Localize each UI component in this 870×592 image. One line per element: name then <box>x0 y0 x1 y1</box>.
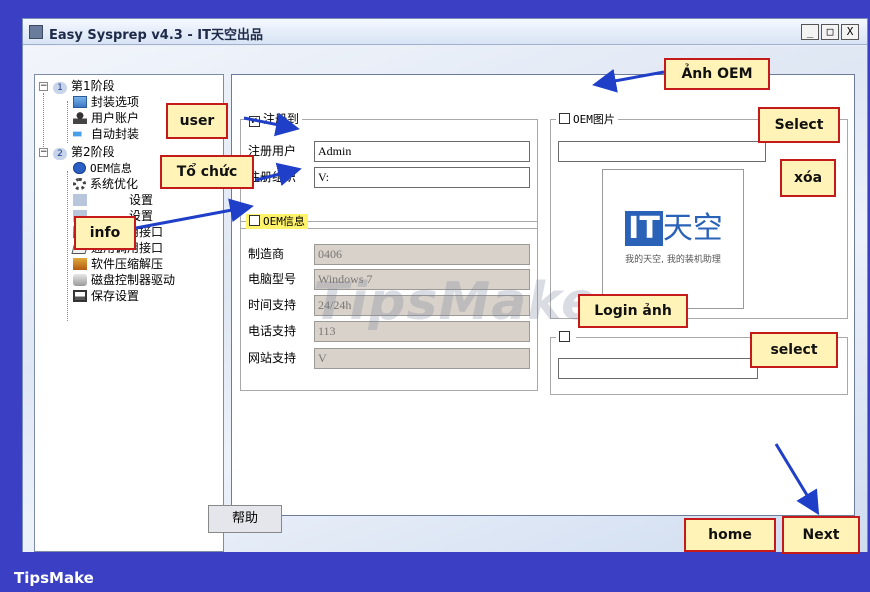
app-icon <box>29 25 43 39</box>
close-button[interactable]: X <box>841 24 859 40</box>
org-label: 注册组织 <box>248 170 297 184</box>
callout-home: home <box>684 518 776 552</box>
oem-logo-preview: IT 天空 我的天空, 我的装机助理 <box>602 169 744 309</box>
login-image-checkbox[interactable] <box>559 331 570 342</box>
callout-oem-image: Ảnh OEM <box>664 58 770 90</box>
phone-input[interactable]: 113 <box>314 321 530 342</box>
user-label: 注册用户 <box>248 144 297 158</box>
settings-icon <box>73 194 87 206</box>
arrow-right-icon <box>73 128 87 140</box>
tree-item-save-settings[interactable]: 保存设置 <box>73 288 139 304</box>
disk-icon <box>73 274 87 286</box>
tree-item-compression[interactable]: 软件压缩解压 <box>73 256 163 272</box>
tree-item-label: 自动封装 <box>91 127 140 141</box>
monitor-icon <box>73 96 87 108</box>
oem-image-checkbox[interactable] <box>559 113 570 124</box>
login-image-path-input[interactable] <box>558 358 758 379</box>
oem-image-label: OEM图片 <box>573 113 615 126</box>
oem-logo: IT 天空 <box>607 211 741 246</box>
tree-item-disk-driver[interactable]: 磁盘控制器驱动 <box>73 272 175 288</box>
callout-info: info <box>74 216 136 250</box>
stage-badge-2: 2 <box>53 148 67 160</box>
support-hours-input[interactable]: 24/24h <box>314 295 530 316</box>
callout-user: user <box>166 103 228 139</box>
archive-icon <box>73 258 87 270</box>
tree-item-label: 设置 <box>129 193 154 207</box>
oem-image-group-header[interactable]: OEM图片 <box>556 112 618 127</box>
tree-item-label: 封装选项 <box>91 95 140 109</box>
tree-item-user-accounts[interactable]: 用户账户 <box>73 110 139 126</box>
stage1-expander[interactable]: − <box>39 82 48 91</box>
callout-delete: xóa <box>780 159 836 197</box>
minimize-button[interactable]: _ <box>801 24 819 40</box>
stage-badge-1: 1 <box>53 82 67 94</box>
model-input[interactable]: Windows 7 <box>314 269 530 290</box>
website-input[interactable]: V <box>314 348 530 369</box>
tree-item-system-optimize[interactable]: 系统优化 <box>73 176 138 192</box>
support-hours-label: 时间支持 <box>248 298 297 312</box>
stage2-expander[interactable]: − <box>39 148 48 157</box>
callout-select-bottom: select <box>750 332 838 368</box>
register-checkbox[interactable]: ✓ <box>249 116 260 127</box>
website-label: 网站支持 <box>248 351 297 365</box>
logo-chinese: 天空 <box>662 211 723 246</box>
register-group-header[interactable]: ✓ 注册到 <box>246 112 303 127</box>
logo-tagline: 我的天空, 我的装机助理 <box>625 255 721 265</box>
help-button[interactable]: 帮助 <box>208 505 282 533</box>
oem-info-checkbox[interactable] <box>249 215 260 226</box>
oem-image-path-input[interactable] <box>558 141 766 162</box>
window-body: − 1 第1阶段 封装选项 用户账户 自动封装 − 2 第2阶段 OEM信息 系统优… <box>23 46 867 552</box>
tree-item-package-options[interactable]: 封装选项 <box>73 94 139 110</box>
tree-item-label: 磁盘控制器驱动 <box>91 273 176 287</box>
user-icon <box>73 112 87 124</box>
phone-label: 电话支持 <box>248 324 297 338</box>
tree-item-auto-package[interactable]: 自动封装 <box>73 126 139 142</box>
save-icon <box>73 290 87 302</box>
info-icon <box>73 162 86 174</box>
title-bar: Easy Sysprep v4.3 - IT天空出品 _ □ X <box>23 19 867 45</box>
settings-tree[interactable]: − 1 第1阶段 封装选项 用户账户 自动封装 − 2 第2阶段 OEM信息 系统优… <box>34 74 224 552</box>
window-title: Easy Sysprep v4.3 - IT天空出品 <box>49 28 263 43</box>
tree-item-oem-info[interactable]: OEM信息 <box>73 160 132 176</box>
manufacturer-label: 制造商 <box>248 247 285 261</box>
tree-item-label: OEM信息 <box>90 162 132 175</box>
maximize-button[interactable]: □ <box>821 24 839 40</box>
tree-item-label: 用户账户 <box>91 111 140 125</box>
callout-select-top: Select <box>758 107 840 143</box>
tree-item-label: 软件压缩解压 <box>91 257 164 271</box>
callout-next: Next <box>782 516 860 554</box>
tree-item-label: 保存设置 <box>91 289 140 303</box>
oem-info-label: OEM信息 <box>263 215 305 228</box>
app-window: Easy Sysprep v4.3 - IT天空出品 _ □ X − 1 第1阶段… <box>22 18 868 552</box>
tree-stage1[interactable]: 1 第1阶段 <box>53 78 115 94</box>
callout-organization: Tổ chức <box>160 155 254 189</box>
footer-brand: TipsMake <box>14 569 94 587</box>
tree-stage2[interactable]: 2 第2阶段 <box>53 144 115 160</box>
tree-stage2-label: 第2阶段 <box>71 145 115 159</box>
user-input[interactable]: Admin <box>314 141 530 162</box>
oem-info-group-header[interactable]: OEM信息 <box>246 214 308 229</box>
tree-stage1-label: 第1阶段 <box>71 79 115 93</box>
gear-icon <box>73 178 86 190</box>
model-label: 电脑型号 <box>248 272 297 286</box>
tree-item-label: 系统优化 <box>90 177 139 191</box>
register-label: 注册到 <box>263 112 300 126</box>
org-input[interactable]: V: <box>314 167 530 188</box>
login-image-group-header[interactable] <box>556 330 576 344</box>
callout-login-image: Login ảnh <box>578 294 688 328</box>
manufacturer-input[interactable]: 0406 <box>314 244 530 265</box>
logo-it: IT <box>625 211 663 246</box>
tree-item-settings-a[interactable]: 设置 <box>73 192 153 208</box>
